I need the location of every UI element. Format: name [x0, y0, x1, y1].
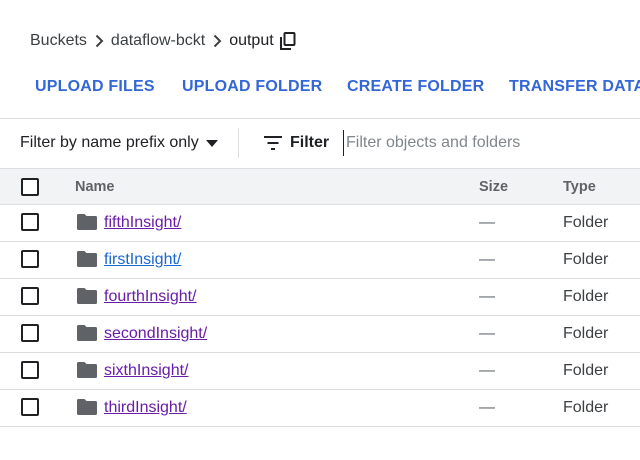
- upload-folder-button[interactable]: UPLOAD FOLDER: [182, 74, 322, 100]
- copy-icon[interactable]: [279, 31, 298, 51]
- breadcrumb: Buckets dataflow-bckt output: [30, 30, 298, 52]
- caret-down-icon: [205, 137, 218, 149]
- row-checkbox[interactable]: [21, 287, 39, 305]
- column-header-type[interactable]: Type: [563, 169, 596, 205]
- type-cell: Folder: [563, 325, 609, 342]
- filter-input[interactable]: [343, 130, 633, 156]
- folder-icon: [77, 251, 97, 267]
- size-cell: —: [479, 288, 495, 305]
- folder-name-link[interactable]: thirdInsight/: [104, 390, 187, 426]
- chevron-right-icon: [87, 30, 111, 52]
- table-body: fifthInsight/ — Folder firstInsight/ — Folder…: [0, 205, 640, 427]
- folder-icon: [77, 288, 97, 304]
- divider: [238, 128, 239, 158]
- folder-name-link[interactable]: firstInsight/: [104, 242, 181, 278]
- type-cell: Folder: [563, 288, 609, 305]
- size-cell: —: [479, 325, 495, 342]
- folder-name-link[interactable]: sixthInsight/: [104, 353, 188, 389]
- action-bar: UPLOAD FILES UPLOAD FOLDER CREATE FOLDER…: [0, 74, 640, 100]
- upload-files-button[interactable]: UPLOAD FILES: [35, 74, 155, 100]
- filter-button[interactable]: Filter: [264, 131, 329, 155]
- table-row[interactable]: fifthInsight/ — Folder: [0, 205, 640, 242]
- table-row[interactable]: secondInsight/ — Folder: [0, 316, 640, 353]
- column-header-size[interactable]: Size: [479, 169, 508, 205]
- row-checkbox[interactable]: [21, 250, 39, 268]
- row-checkbox[interactable]: [21, 398, 39, 416]
- size-cell: —: [479, 362, 495, 379]
- prefix-filter-label: Filter by name prefix only: [20, 134, 199, 151]
- folder-icon: [77, 214, 97, 230]
- prefix-filter-dropdown[interactable]: Filter by name prefix only: [20, 131, 218, 155]
- folder-icon: [77, 325, 97, 341]
- breadcrumb-buckets[interactable]: Buckets: [30, 32, 87, 50]
- type-cell: Folder: [563, 399, 609, 416]
- objects-table: Name Size Type fifthInsight/— Folder first…: [0, 168, 640, 427]
- size-cell: —: [479, 251, 495, 268]
- table-row[interactable]: thirdInsight/ — Folder: [0, 390, 640, 427]
- folder-name-link[interactable]: secondInsight/: [104, 316, 207, 352]
- type-cell: Folder: [563, 362, 609, 379]
- breadcrumb-current: output: [229, 32, 274, 49]
- table-row[interactable]: sixthInsight/ — Folder: [0, 353, 640, 390]
- column-header-name[interactable]: Name: [75, 169, 115, 205]
- folder-name-link[interactable]: fifthInsight/: [104, 205, 181, 241]
- filter-bar: Filter by name prefix only Filter: [0, 119, 640, 168]
- table-header: Name Size Type: [0, 168, 640, 205]
- row-checkbox[interactable]: [21, 324, 39, 342]
- size-cell: —: [479, 399, 495, 416]
- folder-name-link[interactable]: fourthInsight/: [104, 279, 197, 315]
- select-all-checkbox[interactable]: [21, 178, 39, 196]
- type-cell: Folder: [563, 251, 609, 268]
- chevron-right-icon: [205, 30, 229, 52]
- folder-icon: [77, 399, 97, 415]
- create-folder-button[interactable]: CREATE FOLDER: [347, 74, 484, 100]
- folder-icon: [77, 362, 97, 378]
- row-checkbox[interactable]: [21, 361, 39, 379]
- transfer-data-button[interactable]: TRANSFER DATA: [509, 74, 640, 100]
- table-row[interactable]: fourthInsight/ — Folder: [0, 279, 640, 316]
- breadcrumb-bucket[interactable]: dataflow-bckt: [111, 32, 205, 50]
- size-cell: —: [479, 214, 495, 231]
- filter-list-icon: [264, 136, 282, 150]
- filter-button-label: Filter: [290, 134, 330, 151]
- type-cell: Folder: [563, 214, 609, 231]
- row-checkbox[interactable]: [21, 213, 39, 231]
- table-row[interactable]: firstInsight/ — Folder: [0, 242, 640, 279]
